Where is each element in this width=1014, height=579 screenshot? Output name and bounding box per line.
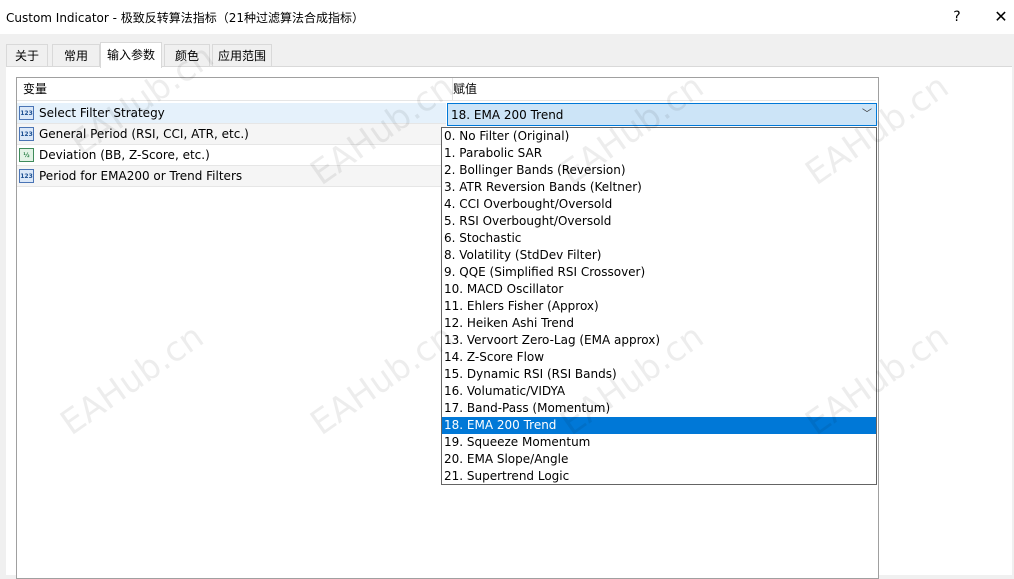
dropdown-option[interactable]: 14. Z-Score Flow (442, 349, 876, 366)
param-label: Deviation (BB, Z-Score, etc.) (39, 148, 210, 162)
dropdown-option[interactable]: 10. MACD Oscillator (442, 281, 876, 298)
chevron-down-icon[interactable]: ﹀ (862, 106, 872, 124)
dropdown-option[interactable]: 2. Bollinger Bands (Reversion) (442, 162, 876, 179)
dropdown-option-selected[interactable]: 18. EMA 200 Trend (442, 417, 876, 434)
dropdown-option[interactable]: 6. Stochastic (442, 230, 876, 247)
combobox-value: 18. EMA 200 Trend (451, 108, 564, 122)
dropdown-option[interactable]: 9. QQE (Simplified RSI Crossover) (442, 264, 876, 281)
dropdown-option[interactable]: 20. EMA Slope/Angle (442, 451, 876, 468)
double-param-icon: ½ (19, 148, 34, 162)
help-button[interactable]: ? (934, 0, 980, 34)
int-param-icon: 123 (19, 106, 34, 120)
close-button[interactable]: ✕ (978, 0, 1014, 34)
dropdown-option[interactable]: 3. ATR Reversion Bands (Keltner) (442, 179, 876, 196)
param-row[interactable]: 123 Period for EMA200 or Trend Filters (17, 166, 446, 187)
column-header-value[interactable]: 赋值 (453, 78, 876, 101)
filter-strategy-combobox[interactable]: 18. EMA 200 Trend ﹀ (447, 103, 877, 126)
tab-visualization[interactable]: 应用范围 (212, 44, 272, 67)
dropdown-option[interactable]: 15. Dynamic RSI (RSI Bands) (442, 366, 876, 383)
dropdown-option[interactable]: 21. Supertrend Logic (442, 468, 876, 485)
dropdown-option[interactable]: 16. Volumatic/VIDYA (442, 383, 876, 400)
param-label: Select Filter Strategy (39, 106, 165, 120)
param-row[interactable]: ½ Deviation (BB, Z-Score, etc.) (17, 145, 446, 166)
param-label: Period for EMA200 or Trend Filters (39, 169, 243, 183)
param-row[interactable]: 123 Select Filter Strategy (17, 103, 446, 124)
filter-strategy-dropdown-list[interactable]: 0. No Filter (Original) 1. Parabolic SAR 2… (441, 127, 877, 485)
dropdown-option[interactable]: 11. Ehlers Fisher (Approx) (442, 298, 876, 315)
int-param-icon: 123 (19, 127, 34, 141)
dropdown-option[interactable]: 5. RSI Overbought/Oversold (442, 213, 876, 230)
dropdown-option[interactable]: 13. Vervoort Zero-Lag (EMA approx) (442, 332, 876, 349)
dropdown-option[interactable]: 1. Parabolic SAR (442, 145, 876, 162)
tab-colors[interactable]: 颜色 (164, 44, 210, 67)
tab-inputs[interactable]: 输入参数 (100, 42, 162, 68)
dropdown-option[interactable]: 0. No Filter (Original) (442, 128, 876, 145)
window-title: Custom Indicator - 极致反转算法指标（21种过滤算法合成指标） (6, 11, 365, 25)
column-header-variable[interactable]: 变量 (17, 78, 453, 101)
param-label: General Period (RSI, CCI, ATR, etc.) (39, 127, 249, 141)
int-param-icon: 123 (19, 169, 34, 183)
dropdown-option[interactable]: 17. Band-Pass (Momentum) (442, 400, 876, 417)
tab-common[interactable]: 常用 (52, 44, 100, 67)
dropdown-option[interactable]: 4. CCI Overbought/Oversold (442, 196, 876, 213)
title-bar: Custom Indicator - 极致反转算法指标（21种过滤算法合成指标）… (0, 0, 1014, 35)
dropdown-option[interactable]: 19. Squeeze Momentum (442, 434, 876, 451)
dropdown-option[interactable]: 8. Volatility (StdDev Filter) (442, 247, 876, 264)
dropdown-option[interactable]: 12. Heiken Ashi Trend (442, 315, 876, 332)
tab-about[interactable]: 关于 (6, 44, 48, 67)
param-row[interactable]: 123 General Period (RSI, CCI, ATR, etc.) (17, 124, 446, 145)
